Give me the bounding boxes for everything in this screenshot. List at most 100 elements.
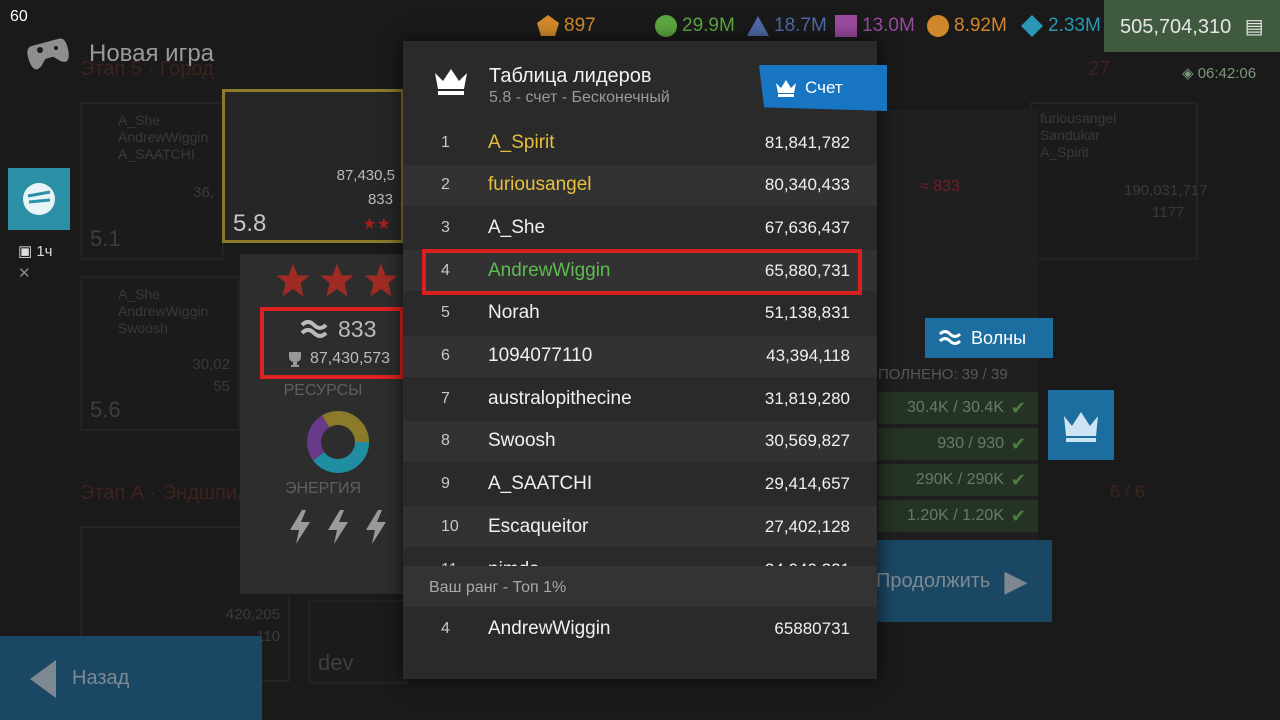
waves-icon xyxy=(300,319,328,338)
purple-resource-icon xyxy=(835,15,857,37)
resource-gold: 897 xyxy=(536,14,596,38)
row-rank: 5 xyxy=(441,304,450,322)
trophy-icon xyxy=(289,352,301,367)
card-number: 5.6 xyxy=(90,397,121,422)
bolt-icon xyxy=(290,510,310,544)
bolt-icon xyxy=(328,510,348,544)
continue-button[interactable]: Продолжить ▶ xyxy=(862,540,1052,622)
resource-orange: 8.92M xyxy=(926,14,1007,38)
check-icon: ✔ xyxy=(1010,505,1026,526)
energy-donut-icon xyxy=(307,411,369,473)
resource-cyan: 2.33M xyxy=(1020,14,1101,38)
row-value: 81,841,782 xyxy=(764,132,850,152)
back-arrow-icon xyxy=(30,660,56,698)
level-card-dev[interactable]: dev xyxy=(308,600,408,684)
resource-purple: 13.0M xyxy=(834,14,915,38)
own-entry-row: 4 AndrewWiggin 65880731 xyxy=(403,607,877,653)
your-rank-label: Ваш ранг - Топ 1% xyxy=(429,579,567,596)
row-name: 1094077110 xyxy=(488,345,593,366)
star-icon xyxy=(364,263,398,297)
check-icon: ✔ xyxy=(1010,397,1026,418)
waves-button[interactable]: Волны xyxy=(925,318,1053,358)
requirement-row: 1.20K / 1.20K ✔ xyxy=(878,500,1038,532)
leaderboard-row[interactable]: 7 australopithecine 31,819,280 xyxy=(403,378,877,420)
right-card-names: furiousangel Sandukar A_Spirit xyxy=(1040,110,1117,160)
row-rank: 1 xyxy=(441,133,450,151)
right-card-score: 190,031,717 xyxy=(1124,182,1208,199)
row-name: Escaqueitor xyxy=(488,515,589,537)
waves-red-value: ≈ 833 xyxy=(920,178,960,195)
cyan-resource-icon xyxy=(1021,15,1043,37)
row-value: 65880731 xyxy=(774,619,850,638)
row-rank: 6 xyxy=(441,347,450,364)
row-name: AndrewWiggin xyxy=(488,618,611,639)
leaderboard-button[interactable] xyxy=(1048,390,1114,460)
star-icon xyxy=(320,263,354,297)
card-score: 30,02 xyxy=(192,356,230,373)
gold-icon xyxy=(537,15,559,36)
leaderboard-row[interactable]: 3 A_She 67,636,437 xyxy=(403,207,877,249)
row-rank: 2 xyxy=(441,176,450,194)
info-waves: 833 xyxy=(300,316,376,343)
wrench-icon[interactable]: ✕ xyxy=(18,264,31,282)
row-rank: 7 xyxy=(441,389,450,407)
requirement-row: 290K / 290K ✔ xyxy=(878,464,1038,496)
own-entry-highlight xyxy=(422,249,862,295)
info-score: 87,430,573 xyxy=(286,350,390,368)
leaderboard-list[interactable]: 1 A_Spirit 81,841,782 2 furiousangel 80,340,4… xyxy=(403,122,877,604)
row-value: 29,414,657 xyxy=(764,474,850,494)
row-name: Swoosh xyxy=(488,430,556,452)
leaderboard-row[interactable]: 8 Swoosh 30,569,827 xyxy=(403,420,877,462)
blue-resource-icon xyxy=(747,16,769,36)
level-card-5-8-selected[interactable]: 87,430,5 833 5.8 ★★ xyxy=(222,89,404,243)
row-value: 30,569,827 xyxy=(764,431,850,451)
leaderboard-subtitle: 5.8 - счет - Бесконечный xyxy=(489,89,670,106)
leaderboard-row[interactable]: 2 furiousangel 80,340,433 xyxy=(403,164,877,206)
row-name: A_Spirit xyxy=(488,131,555,153)
leaderboard-row[interactable]: 5 Norah 51,138,831 xyxy=(403,292,877,334)
leaderboard-row[interactable]: 6 1094077110 43,394,118 xyxy=(403,335,877,377)
leaderboard-row[interactable]: 10 Escaqueitor 27,402,128 xyxy=(403,506,877,548)
cash-icon: ▤ xyxy=(1244,16,1264,38)
row-rank: 3 xyxy=(441,218,450,236)
row-value: 51,138,831 xyxy=(764,303,850,323)
tech-badge-button[interactable] xyxy=(8,168,70,230)
completion-progress: ПОЛНЕНО: 39 / 39 xyxy=(878,366,1008,383)
row-value: 43,394,118 xyxy=(766,346,850,365)
row-rank: 8 xyxy=(441,432,450,450)
star-rating-icons: ★★ xyxy=(362,216,391,233)
card-score: 87,430,5 xyxy=(336,167,395,184)
level-card-5-1[interactable]: A_She AndrewWiggin A_SAATCHI 36, 5.1 xyxy=(80,102,224,260)
row-value: 27,402,128 xyxy=(764,516,850,536)
fist-icon xyxy=(23,183,55,215)
leaderboard-row[interactable]: 1 A_Spirit 81,841,782 xyxy=(403,122,877,163)
energy-label: ЭНЕРГИЯ xyxy=(284,480,362,497)
row-name: australopithecine xyxy=(488,387,632,409)
money-value: 505,704,310 ▤ xyxy=(1120,16,1264,38)
row-value: 80,340,433 xyxy=(764,175,850,195)
gamepad-icon[interactable] xyxy=(26,36,70,70)
back-button-label: Назад xyxy=(72,667,130,689)
resource-blue: 18.7M xyxy=(746,14,827,38)
row-name: furiousangel xyxy=(488,174,592,196)
leaderboard-dialog: Таблица лидеров 5.8 - счет - Бесконечный… xyxy=(403,41,887,679)
resource-green: 29.9M xyxy=(654,14,735,38)
resources-label: РЕСУРСЫ xyxy=(283,382,363,399)
requirement-row: 30.4K / 30.4K ✔ xyxy=(878,392,1038,424)
row-name: A_She xyxy=(488,216,546,238)
card-names: A_She AndrewWiggin A_SAATCHI xyxy=(118,112,209,162)
card-number: 5.1 xyxy=(90,226,121,251)
crown-icon xyxy=(435,69,467,95)
row-value: 31,819,280 xyxy=(764,388,850,408)
score-tab[interactable]: Счет xyxy=(759,65,887,111)
row-value: 67,636,437 xyxy=(764,217,850,237)
play-arrow-icon: ▶ xyxy=(1004,564,1028,598)
right-card-waves: 1177 xyxy=(1152,204,1185,221)
crown-icon xyxy=(1064,412,1098,442)
card-score: 36, xyxy=(193,184,214,201)
crown-icon xyxy=(776,80,796,97)
leaderboard-row[interactable]: 9 A_SAATCHI 29,414,657 xyxy=(403,463,877,505)
card-score: 420,205 xyxy=(225,606,280,623)
card-number: dev xyxy=(318,650,354,675)
level-card-5-6[interactable]: A_She AndrewWiggin Swoosh 30,02 55 5.6 xyxy=(80,276,240,431)
